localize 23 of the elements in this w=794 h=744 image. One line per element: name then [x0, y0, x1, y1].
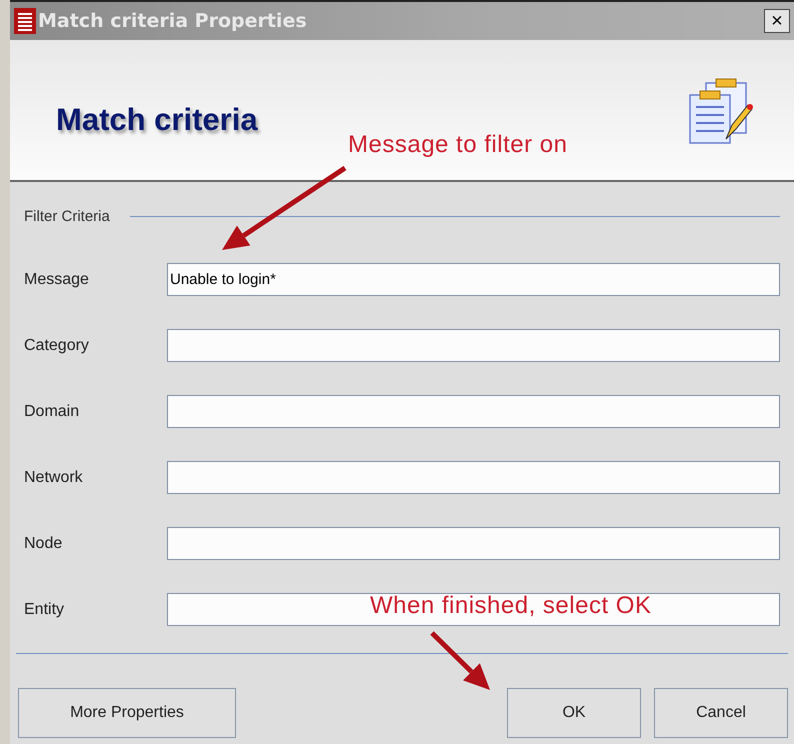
- field-label: Category: [24, 336, 90, 354]
- section-title: Filter Criteria: [24, 208, 110, 224]
- dialog-button[interactable]: OK: [507, 688, 641, 738]
- field-label: Network: [24, 468, 84, 486]
- field-label: Entity: [24, 600, 66, 618]
- text-field[interactable]: [167, 329, 780, 362]
- text-field[interactable]: [167, 395, 780, 428]
- text-field[interactable]: [167, 593, 780, 626]
- app-icon: [14, 8, 36, 34]
- text-field[interactable]: [167, 461, 780, 494]
- header-title: Match criteria: [56, 102, 258, 138]
- annotation-text: Message to filter on: [348, 131, 568, 159]
- text-field[interactable]: [167, 527, 780, 560]
- dialog-button[interactable]: Cancel: [654, 688, 788, 738]
- dialog-button[interactable]: More Properties: [18, 688, 236, 738]
- field-label: Node: [24, 534, 64, 552]
- field-label: Message: [24, 270, 90, 288]
- text-field[interactable]: Unable to login*: [167, 263, 780, 296]
- annotation-text: When finished, select OK: [370, 592, 652, 620]
- annotation-arrow: [430, 631, 490, 690]
- window-title: Match criteria Properties: [38, 10, 308, 32]
- close-button[interactable]: ×: [764, 9, 790, 33]
- field-label: Domain: [24, 402, 80, 420]
